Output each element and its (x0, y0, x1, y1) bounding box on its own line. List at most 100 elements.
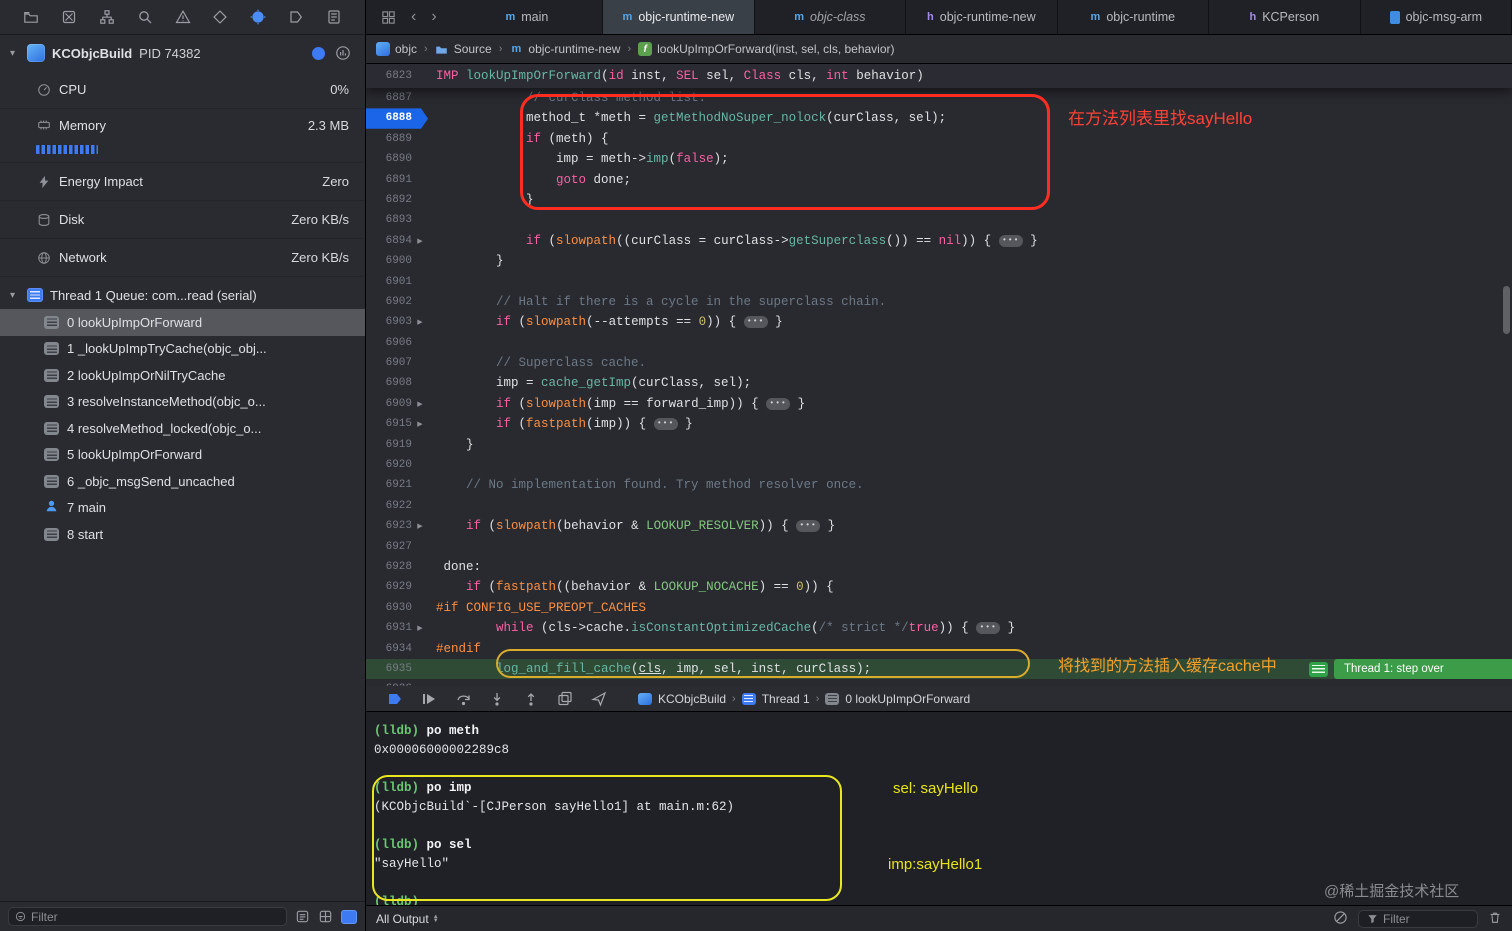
stack-frame-row[interactable]: 0 lookUpImpOrForward (0, 309, 365, 336)
folded-code-pill[interactable]: ••• (766, 397, 791, 410)
line-number[interactable]: 6888 (366, 108, 412, 128)
folded-code-pill[interactable]: ••• (796, 520, 821, 533)
stack-frame-row[interactable]: 8 start (0, 521, 365, 548)
line-number[interactable]: 6908 (366, 373, 412, 393)
debug-breadcrumb-label[interactable]: Thread 1 (762, 692, 810, 706)
tab-objc-runtime-new[interactable]: m objc-runtime-new (603, 0, 755, 34)
code-line-6919[interactable]: 6919 } (366, 435, 1512, 455)
line-number[interactable]: 6919 (366, 435, 412, 455)
console-filter-input[interactable]: Filter (1358, 909, 1478, 928)
line-number[interactable]: 6906 (366, 333, 412, 353)
line-number[interactable]: 6922 (366, 496, 412, 516)
code-line-6892[interactable]: 6892 } (366, 190, 1512, 210)
code-line-6890[interactable]: 6890 imp = meth->imp(false); (366, 149, 1512, 169)
line-number[interactable]: 6823 (366, 64, 412, 88)
code-line-6903[interactable]: 6903 ▶ if (slowpath(--attempts == 0)) { •… (366, 312, 1512, 332)
step-out-button[interactable] (514, 691, 548, 707)
line-number[interactable]: 6909 (366, 394, 412, 414)
tab-objc-msg-arm[interactable]: objc-msg-arm (1361, 0, 1512, 34)
line-number[interactable]: 6928 (366, 557, 412, 577)
stack-frame-row[interactable]: 5 lookUpImpOrForward (0, 442, 365, 469)
folded-code-pill[interactable]: ••• (743, 316, 768, 329)
report-navigator-icon[interactable] (325, 8, 343, 26)
clear-console-icon[interactable] (1333, 910, 1348, 928)
frames-filter-input[interactable]: Filter (8, 907, 287, 926)
line-number[interactable]: 6907 (366, 353, 412, 373)
simulate-location-button[interactable] (582, 691, 616, 707)
code-line-6908[interactable]: 6908 imp = cache_getImp(curClass, sel); (366, 373, 1512, 393)
line-number[interactable]: 6900 (366, 251, 412, 271)
code-line-6891[interactable]: 6891 goto done; (366, 170, 1512, 190)
line-number[interactable]: 6887 (366, 88, 412, 108)
tab-KCPerson[interactable]: h KCPerson (1209, 0, 1361, 34)
code-line-6902[interactable]: 6902 // Halt if there is a cycle in the … (366, 292, 1512, 312)
fold-indicator-icon[interactable]: ▶ (412, 516, 428, 536)
code-line-6929[interactable]: 6929 if (fastpath((behavior & LOOKUP_NOC… (366, 577, 1512, 597)
debug-console[interactable]: (lldb) po meth 0x00006000002289c8 (lldb) p… (366, 712, 1512, 905)
stack-frame-row[interactable]: 2 lookUpImpOrNilTryCache (0, 362, 365, 389)
line-number[interactable]: 6921 (366, 475, 412, 495)
related-items-icon[interactable] (381, 10, 396, 25)
code-line-6934[interactable]: 6934 #endif (366, 639, 1512, 659)
line-number[interactable]: 6934 (366, 639, 412, 659)
code-line-6901[interactable]: 6901 (366, 272, 1512, 292)
stack-frame-row[interactable]: 6 _objc_msgSend_uncached (0, 468, 365, 495)
breadcrumb-item[interactable]: f lookUpImpOrForward(inst, sel, cls, beha… (638, 42, 895, 56)
step-into-button[interactable] (480, 691, 514, 707)
fold-indicator-icon[interactable]: ▶ (412, 618, 428, 638)
code-line-6928[interactable]: 6928 done: (366, 557, 1512, 577)
source-control-navigator-icon[interactable] (60, 8, 78, 26)
line-number[interactable]: 6931 (366, 618, 412, 638)
issue-navigator-icon[interactable] (174, 8, 192, 26)
debug-breadcrumb-label[interactable]: 0 lookUpImpOrForward (845, 692, 970, 706)
code-line-6907[interactable]: 6907 // Superclass cache. (366, 353, 1512, 373)
show-frames-with-source-icon[interactable] (295, 909, 310, 924)
breadcrumb-item[interactable]: m objc-runtime-new (509, 42, 621, 56)
line-number[interactable]: 6936 (366, 679, 412, 686)
breakpoints-toggle-button[interactable] (378, 691, 412, 707)
profile-gauge-icon[interactable] (335, 45, 351, 61)
code-line-6927[interactable]: 6927 (366, 537, 1512, 557)
code-line-6909[interactable]: 6909 ▶ if (slowpath(imp == forward_imp)) … (366, 394, 1512, 414)
code-line-6823[interactable]: 6823 IMP lookUpImpOrForward(id inst, SEL … (366, 64, 1512, 88)
line-number[interactable]: 6890 (366, 149, 412, 169)
gauge-row-memory[interactable]: Memory 2.3 MB (0, 109, 365, 163)
forward-button[interactable]: › (431, 8, 436, 26)
fold-indicator-icon[interactable]: ▶ (412, 312, 428, 332)
line-number[interactable]: 6929 (366, 577, 412, 597)
code-line-6936[interactable]: 6936 (366, 679, 1512, 686)
code-line-6887[interactable]: 6887 // curClass method list. (366, 88, 1512, 108)
code-line-6931[interactable]: 6931 ▶ while (cls->cache.isConstantOptimi… (366, 618, 1512, 638)
tab-main[interactable]: m main (452, 0, 604, 34)
stack-frame-row[interactable]: 3 resolveInstanceMethod(objc_o... (0, 389, 365, 416)
line-number[interactable]: 6930 (366, 598, 412, 618)
line-number[interactable]: 6927 (366, 537, 412, 557)
line-number[interactable]: 6935 (366, 659, 412, 679)
line-number[interactable]: 6893 (366, 210, 412, 230)
code-line-6906[interactable]: 6906 (366, 333, 1512, 353)
breadcrumb-item[interactable]: Source (435, 42, 492, 56)
disclosure-chevron-icon[interactable]: ▾ (10, 290, 20, 301)
tab-objc-class[interactable]: m objc-class (755, 0, 907, 34)
code-line-6893[interactable]: 6893 (366, 210, 1512, 230)
project-navigator-icon[interactable] (22, 8, 40, 26)
editor-scrollbar[interactable] (1503, 286, 1510, 334)
breadcrumb-item[interactable]: objc (376, 42, 417, 56)
process-row[interactable]: ▾ KCObjcBuild PID 74382 (0, 35, 365, 71)
folded-code-pill[interactable]: ••• (976, 622, 1001, 635)
code-line-6921[interactable]: 6921 // No implementation found. Try met… (366, 475, 1512, 495)
continue-button[interactable] (412, 691, 446, 707)
symbol-navigator-icon[interactable] (98, 8, 116, 26)
fold-indicator-icon[interactable]: ▶ (412, 231, 428, 251)
back-button[interactable]: ‹ (411, 8, 416, 26)
stack-frame-row[interactable]: 7 main (0, 495, 365, 522)
debug-breadcrumb-label[interactable]: KCObjcBuild (658, 692, 726, 706)
folded-code-pill[interactable]: ••• (653, 418, 678, 431)
tab-objc-runtime[interactable]: m objc-runtime (1058, 0, 1210, 34)
code-line-6894[interactable]: 6894 ▶ if (slowpath((curClass = curClass-… (366, 231, 1512, 251)
gauge-row-energy-impact[interactable]: Energy Impact Zero (0, 163, 365, 201)
debug-navigator-icon[interactable] (249, 8, 267, 26)
show-crashed-threads-icon[interactable] (318, 909, 333, 924)
thread-row[interactable]: ▾ Thread 1 Queue: com...read (serial) (0, 281, 365, 309)
code-line-6900[interactable]: 6900 } (366, 251, 1512, 271)
